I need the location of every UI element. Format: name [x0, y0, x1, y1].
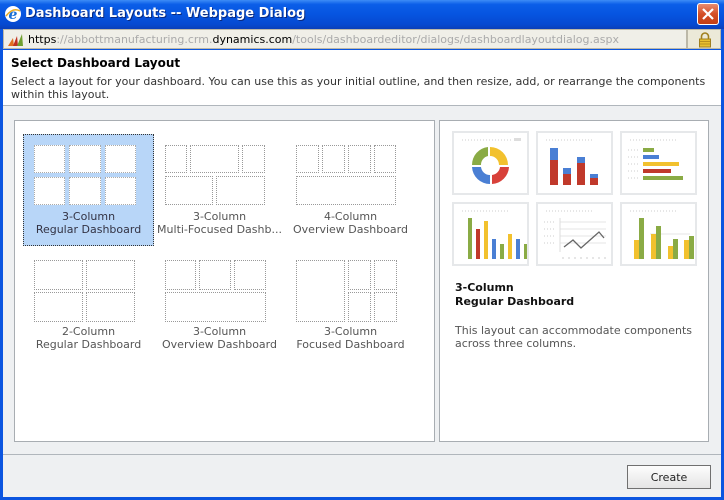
clustered-column-chart-thumb [620, 202, 697, 266]
url-text: https://abbottmanufacturing.crm.dynamics… [28, 33, 619, 46]
layout-label: 4-Column Overview Dashboard [293, 210, 408, 236]
layout-preview-panel: 3-Column Regular Dashboard This layout ca… [439, 120, 709, 442]
line-chart-thumb [536, 202, 613, 266]
preview-thumbnails [452, 131, 698, 266]
create-button[interactable]: Create [627, 465, 711, 489]
url-field: https://abbottmanufacturing.crm.dynamics… [3, 29, 687, 49]
stacked-column-chart-icon [546, 139, 598, 185]
layout-label: 3-Column Multi-Focused Dashb... [157, 210, 282, 236]
dialog-content: Select Dashboard Layout Select a layout … [3, 50, 721, 497]
layout-option-2-column-regular[interactable]: 2-Column Regular Dashboard [23, 249, 154, 361]
layout-option-4-column-overview[interactable]: 4-Column Overview Dashboard [285, 134, 416, 246]
ie-icon: e [5, 6, 21, 23]
title-bar[interactable]: e Dashboard Layouts -- Webpage Dialog [0, 0, 724, 29]
footer-divider [3, 454, 721, 455]
lock-icon [699, 32, 711, 48]
layout-thumbnail [296, 260, 406, 322]
close-icon [702, 8, 714, 20]
layout-thumbnail [165, 260, 275, 322]
window-title: Dashboard Layouts -- Webpage Dialog [25, 6, 306, 21]
bar-chart-thumb [620, 131, 697, 195]
layout-thumbnail [165, 145, 275, 205]
stacked-column-chart-thumb [536, 131, 613, 195]
dynamics-crm-icon [8, 34, 23, 46]
layout-label: 2-Column Regular Dashboard [35, 325, 142, 351]
layout-list-panel: 3-Column Regular Dashboard 3-Column Multi-… [14, 120, 435, 442]
bar-chart-icon [628, 139, 683, 180]
layout-thumbnail [34, 145, 144, 205]
layout-label: 3-Column Regular Dashboard [35, 210, 142, 236]
address-bar: https://abbottmanufacturing.crm.dynamics… [3, 29, 721, 49]
dialog-window: e Dashboard Layouts -- Webpage Dialog ht… [0, 0, 724, 500]
page-title: Select Dashboard Layout [11, 56, 181, 70]
header-area: Select Dashboard Layout Select a layout … [3, 50, 721, 106]
preview-description: This layout can accommodate components a… [455, 324, 693, 350]
donut-chart-icon [462, 138, 521, 185]
layout-label: 3-Column Focused Dashboard [296, 325, 405, 351]
layout-thumbnail [296, 145, 406, 205]
layout-option-3-column-focused[interactable]: 3-Column Focused Dashboard [285, 249, 416, 361]
column-chart-icon [462, 210, 527, 259]
layout-option-3-column-regular[interactable]: 3-Column Regular Dashboard [23, 134, 154, 246]
layout-thumbnail [34, 260, 144, 322]
clustered-column-chart-icon [630, 210, 694, 259]
security-indicator[interactable] [687, 29, 721, 49]
layout-option-3-column-multi-focused[interactable]: 3-Column Multi-Focused Dashb... [154, 134, 285, 246]
page-description: Select a layout for your dashboard. You … [11, 75, 706, 101]
close-button[interactable] [697, 3, 719, 25]
layout-label: 3-Column Overview Dashboard [162, 325, 277, 351]
preview-title: 3-Column Regular Dashboard [455, 281, 575, 308]
line-chart-icon [544, 210, 606, 259]
column-chart-thumb [452, 202, 529, 266]
layout-option-3-column-overview[interactable]: 3-Column Overview Dashboard [154, 249, 285, 361]
donut-chart-thumb [452, 131, 529, 195]
